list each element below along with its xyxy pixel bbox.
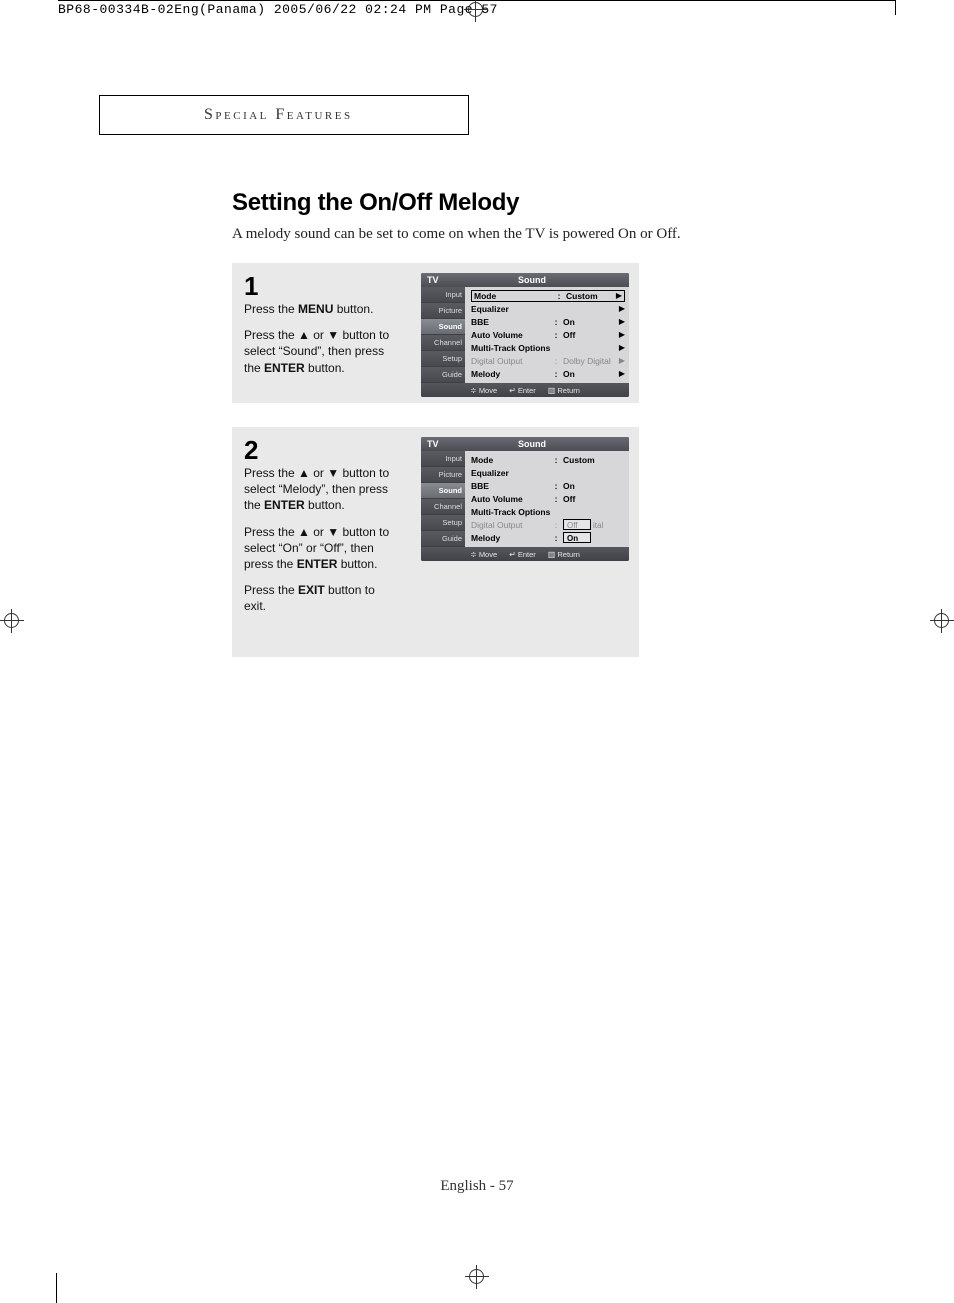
osd2-sidebar: InputPictureSoundChannelSetupGuide [421, 451, 465, 547]
osd2-list: Mode:CustomEqualizerBBE:OnAuto Volume:Of… [465, 451, 629, 547]
osd1-header-center: Sound [465, 275, 599, 285]
osd2-row-bbe: BBE:On [471, 479, 625, 492]
osd1-header-left: TV [421, 275, 465, 285]
osd-tab-input: Input [421, 451, 465, 467]
osd1-footer-move: ≑Move [470, 386, 497, 395]
osd-screenshot-1: TV Sound InputPictureSoundChannelSetupGu… [421, 273, 629, 397]
osd2-row-multi-track-options: Multi-Track Options [471, 505, 625, 518]
osd-screenshot-2: TV Sound InputPictureSoundChannelSetupGu… [421, 437, 629, 561]
osd2-footer-enter: ↵Enter [509, 550, 536, 559]
osd1-footer: ≑Move ↵Enter ▥Return [421, 383, 629, 397]
osd2-header: TV Sound [421, 437, 629, 451]
osd-tab-guide: Guide [421, 531, 465, 547]
osd2-footer-move: ≑Move [470, 550, 497, 559]
section-header-box: Special Features [99, 95, 469, 135]
step-1-para-2: Press the ▲ or ▼ button to select “Sound… [244, 327, 394, 376]
osd1-sidebar: InputPictureSoundChannelSetupGuide [421, 287, 465, 383]
osd1-row-equalizer: Equalizer▶ [471, 302, 625, 315]
osd1-row-multi-track-options: Multi-Track Options▶ [471, 341, 625, 354]
section-header-label: Special Features [204, 106, 353, 124]
registration-mark-right [930, 609, 954, 633]
step-1-box: 1 Press the MENU button. Press the ▲ or … [232, 263, 639, 403]
step-2-box: 2 Press the ▲ or ▼ button to select “Mel… [232, 427, 639, 657]
osd1-header: TV Sound [421, 273, 629, 287]
osd2-row-melody: Melody:On [471, 531, 625, 544]
osd1-row-digital-output: Digital Output:Dolby Digital▶ [471, 354, 625, 367]
osd2-row-equalizer: Equalizer [471, 466, 625, 479]
print-header: BP68-00334B-02Eng(Panama) 2005/06/22 02:… [58, 0, 896, 14]
osd1-row-melody: Melody:On▶ [471, 367, 625, 380]
registration-mark-top [464, 0, 488, 22]
osd2-row-auto-volume: Auto Volume:Off [471, 492, 625, 505]
step-1-para-1: Press the MENU button. [244, 301, 394, 317]
osd-tab-channel: Channel [421, 335, 465, 351]
osd1-list: Mode:Custom▶Equalizer▶BBE:On▶Auto Volume… [465, 287, 629, 383]
registration-mark-bottom [465, 1265, 489, 1289]
osd-tab-picture: Picture [421, 467, 465, 483]
osd-tab-channel: Channel [421, 499, 465, 515]
osd2-footer-return: ▥Return [548, 550, 580, 559]
osd1-row-bbe: BBE:On▶ [471, 315, 625, 328]
osd2-header-center: Sound [465, 439, 599, 449]
osd1-footer-enter: ↵Enter [509, 386, 536, 395]
step-2-text: Press the ▲ or ▼ button to select “Melod… [244, 465, 394, 615]
step-2-para-1: Press the ▲ or ▼ button to select “Melod… [244, 465, 394, 514]
page-title: Setting the On/Off Melody [232, 189, 519, 217]
osd2-header-left: TV [421, 439, 465, 449]
osd1-footer-return: ▥Return [548, 386, 580, 395]
step-2-para-2: Press the ▲ or ▼ button to select “On” o… [244, 524, 394, 573]
osd-tab-input: Input [421, 287, 465, 303]
osd2-footer: ≑Move ↵Enter ▥Return [421, 547, 629, 561]
print-slug: BP68-00334B-02Eng(Panama) 2005/06/22 02:… [58, 2, 498, 17]
osd-tab-picture: Picture [421, 303, 465, 319]
osd-tab-guide: Guide [421, 367, 465, 383]
registration-mark-left [0, 609, 24, 633]
step-2-para-3: Press the EXIT button to exit. [244, 582, 394, 614]
page-footer: English - 57 [0, 1178, 954, 1195]
osd-tab-sound: Sound [421, 483, 465, 499]
osd-tab-setup: Setup [421, 515, 465, 531]
osd1-row-mode: Mode:Custom▶ [471, 289, 625, 302]
step-1-text: Press the MENU button. Press the ▲ or ▼ … [244, 301, 394, 376]
osd2-row-mode: Mode:Custom [471, 453, 625, 466]
osd2-row-digital-output: Digital Output:Offital [471, 518, 625, 531]
osd-tab-setup: Setup [421, 351, 465, 367]
page-intro: A melody sound can be set to come on whe… [232, 226, 681, 243]
osd1-row-auto-volume: Auto Volume:Off▶ [471, 328, 625, 341]
osd-tab-sound: Sound [421, 319, 465, 335]
